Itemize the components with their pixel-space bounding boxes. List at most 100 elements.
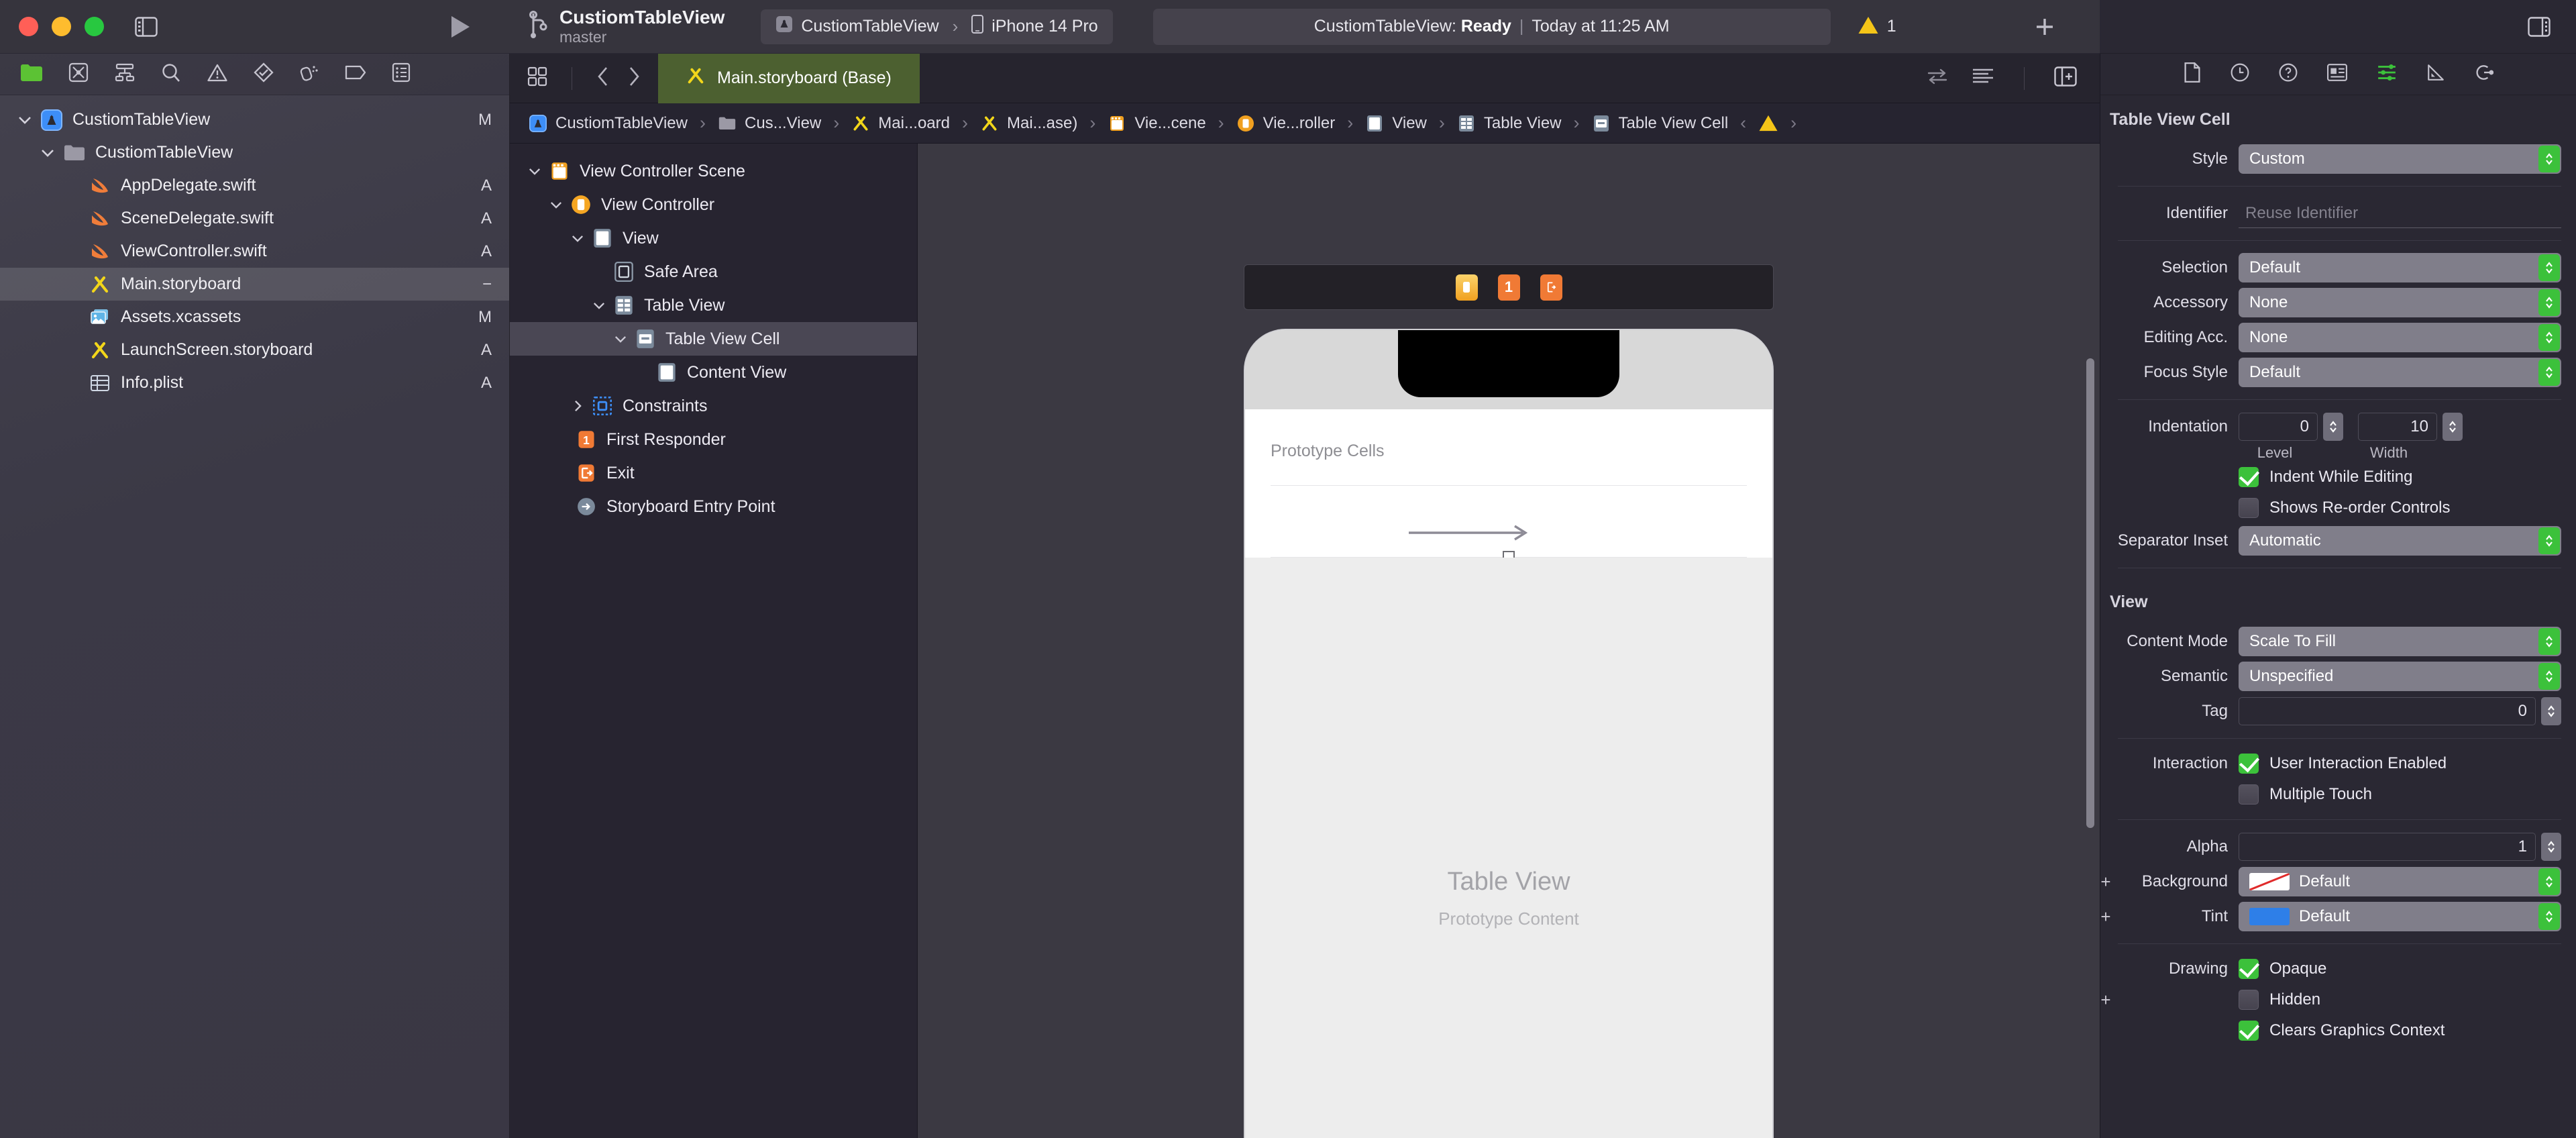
separator-inset-popup[interactable]: Automatic: [2239, 526, 2561, 556]
add-tint-variation-button[interactable]: +: [2100, 907, 2114, 927]
tag-stepper[interactable]: [2541, 697, 2561, 725]
background-color-popup[interactable]: Default: [2239, 867, 2561, 896]
issues-indicator[interactable]: 1: [1858, 15, 1896, 38]
issue-navigator-icon[interactable]: [207, 63, 228, 86]
outline-row-constraints[interactable]: Constraints: [510, 389, 917, 423]
zoom-window-button[interactable]: [85, 17, 104, 36]
opaque-checkbox[interactable]: Opaque: [2239, 959, 2326, 979]
plus-icon[interactable]: [2034, 16, 2055, 38]
debug-navigator-icon[interactable]: [299, 62, 319, 86]
chevron-right-icon[interactable]: ›: [1785, 113, 1802, 134]
breadcrumb-item-tableviewcell[interactable]: Table View Cell: [1588, 114, 1733, 133]
checkbox-on-icon[interactable]: [2239, 959, 2259, 979]
disclosure-down-icon[interactable]: [612, 335, 629, 344]
file-row-infoplist[interactable]: Info.plist A: [0, 366, 509, 399]
source-control-navigator-icon[interactable]: [68, 62, 89, 86]
file-inspector-icon[interactable]: [2184, 62, 2201, 86]
connections-inspector-icon[interactable]: [2475, 63, 2493, 85]
add-background-variation-button[interactable]: +: [2100, 872, 2114, 892]
scheme-selector[interactable]: CustiomTableView: [775, 15, 939, 38]
iphone-device-preview[interactable]: Prototype Cells Table View Prototype Con…: [1244, 329, 1774, 1138]
breadcrumb-item-viewcontroller[interactable]: Vie...roller: [1232, 114, 1340, 133]
file-row-scenedelegate[interactable]: SceneDelegate.swift A: [0, 202, 509, 235]
checkbox-on-icon[interactable]: [2239, 754, 2259, 774]
file-row-group[interactable]: CustiomTableView: [0, 136, 509, 169]
chevron-updown-icon[interactable]: [2538, 254, 2560, 281]
file-row-assets[interactable]: Assets.xcassets M: [0, 301, 509, 333]
outline-row-table-view-cell[interactable]: Table View Cell: [510, 322, 917, 356]
indentation-level-stepper[interactable]: [2323, 413, 2343, 441]
run-play-icon[interactable]: [449, 15, 471, 39]
alpha-stepper[interactable]: [2541, 833, 2561, 861]
clears-graphics-checkbox[interactable]: Clears Graphics Context: [2239, 1021, 2445, 1041]
indentation-level-input[interactable]: 0: [2239, 413, 2318, 441]
scheme-destination-control[interactable]: CustiomTableView › iPhone 14 Pro: [761, 9, 1113, 44]
content-mode-popup[interactable]: Scale To Fill: [2239, 627, 2561, 656]
chevron-updown-icon[interactable]: [2538, 289, 2560, 316]
tab-main-storyboard[interactable]: Main.storyboard (Base): [658, 53, 920, 103]
indentation-width-stepper[interactable]: [2443, 413, 2463, 441]
interface-builder-canvas[interactable]: 1 Prototype Cells Table View Prototype C…: [918, 144, 2100, 1138]
chevron-left-icon[interactable]: [596, 66, 610, 91]
file-row-viewcontroller[interactable]: ViewController.swift A: [0, 235, 509, 268]
checkbox-off-icon[interactable]: [2239, 498, 2259, 518]
project-navigator-icon[interactable]: [20, 63, 43, 85]
chevron-left-icon[interactable]: ‹: [1735, 113, 1752, 134]
outline-row-view-controller[interactable]: View Controller: [510, 188, 917, 221]
checkbox-off-icon[interactable]: [2239, 784, 2259, 805]
history-inspector-icon[interactable]: [2231, 63, 2249, 85]
outline-row-first-responder[interactable]: 1 First Responder: [510, 423, 917, 456]
chevron-updown-icon[interactable]: [2538, 359, 2560, 386]
swap-assistant-icon[interactable]: [1926, 68, 1949, 89]
size-inspector-icon[interactable]: [2426, 63, 2445, 85]
disclosure-right-icon[interactable]: [569, 400, 586, 412]
breadcrumb-item-group[interactable]: Cus...View: [714, 114, 825, 133]
file-row-main-storyboard[interactable]: Main.storyboard −: [0, 268, 509, 301]
canvas-vertical-scrollbar[interactable]: [2086, 358, 2094, 828]
style-popup[interactable]: Custom: [2239, 144, 2561, 174]
disclosure-down-icon[interactable]: [526, 167, 543, 176]
indent-while-editing-checkbox[interactable]: Indent While Editing: [2239, 467, 2412, 487]
checkbox-on-icon[interactable]: [2239, 467, 2259, 487]
alpha-input[interactable]: 1: [2239, 833, 2536, 861]
multiple-touch-checkbox[interactable]: Multiple Touch: [2239, 784, 2372, 805]
identity-inspector-icon[interactable]: [2326, 64, 2347, 85]
chevron-updown-icon[interactable]: [2538, 903, 2560, 930]
align-lines-icon[interactable]: [1972, 68, 1994, 89]
editor-layout-grid-icon[interactable]: [527, 66, 547, 90]
activity-status-bar[interactable]: CustiomTableView: Ready | Today at 11:25…: [1152, 8, 1831, 45]
chevron-updown-icon[interactable]: [2538, 527, 2560, 554]
destination-selector[interactable]: iPhone 14 Pro: [971, 15, 1098, 38]
breadcrumb-item-tableview[interactable]: Table View: [1453, 114, 1566, 133]
tag-input[interactable]: 0: [2239, 697, 2536, 725]
breadcrumb-item-storyboard-base[interactable]: Mai...ase): [976, 114, 1081, 133]
accessory-popup[interactable]: None: [2239, 288, 2561, 317]
outline-row-safe-area[interactable]: Safe Area: [510, 255, 917, 289]
inspector-toggle-icon[interactable]: [2528, 16, 2551, 37]
disclosure-down-icon[interactable]: [590, 301, 608, 310]
breadcrumb-item-storyboard[interactable]: Mai...oard: [847, 114, 954, 133]
breadcrumb-item-view[interactable]: View: [1361, 114, 1431, 133]
tint-color-popup[interactable]: Default: [2239, 902, 2561, 931]
checkbox-on-icon[interactable]: [2239, 1021, 2259, 1041]
breadcrumb-item-scene[interactable]: Vie...cene: [1104, 114, 1210, 133]
outline-row-exit[interactable]: Exit: [510, 456, 917, 490]
chevron-updown-icon[interactable]: [2538, 324, 2560, 351]
sidebar-toggle-icon[interactable]: [135, 16, 158, 37]
chevron-updown-icon[interactable]: [2538, 628, 2560, 655]
breadcrumb-warning-icon[interactable]: [1754, 114, 1782, 132]
disclosure-down-icon[interactable]: [16, 111, 34, 129]
indentation-width-input[interactable]: 10: [2358, 413, 2437, 441]
exit-badge[interactable]: [1540, 274, 1562, 301]
chevron-updown-icon[interactable]: [2538, 663, 2560, 690]
report-navigator-icon[interactable]: [392, 62, 411, 86]
shows-reorder-checkbox[interactable]: Shows Re-order Controls: [2239, 498, 2450, 518]
view-controller-badge[interactable]: [1455, 274, 1478, 301]
find-navigator-icon[interactable]: [161, 62, 181, 86]
table-view-placeholder[interactable]: Table View Prototype Content: [1245, 558, 1772, 1138]
symbol-navigator-icon[interactable]: [114, 62, 136, 86]
outline-row-scene[interactable]: View Controller Scene: [510, 154, 917, 188]
breakpoint-navigator-icon[interactable]: [345, 64, 366, 84]
chevron-updown-icon[interactable]: [2538, 146, 2560, 172]
focus-style-popup[interactable]: Default: [2239, 358, 2561, 387]
